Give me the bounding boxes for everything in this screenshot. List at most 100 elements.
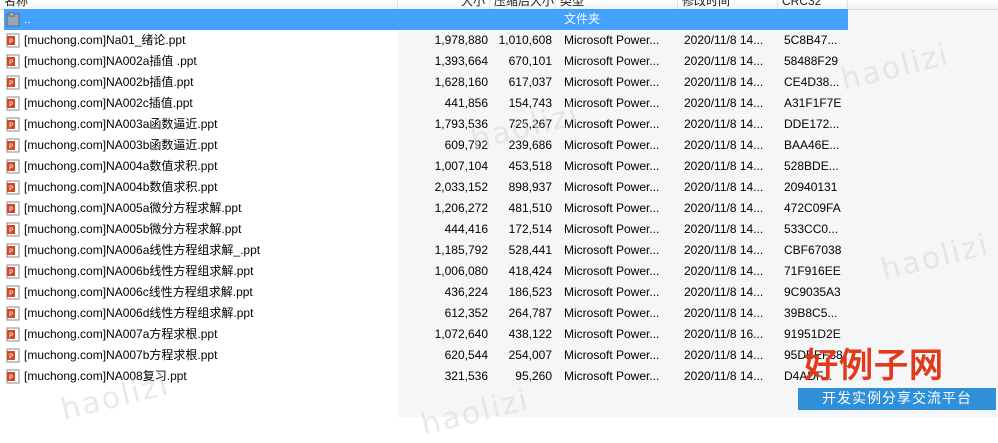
file-name: [muchong.com]NA005b微分方程求解.ppt [24,222,242,236]
file-modified: 2020/11/8 14... [684,222,764,236]
file-name: [muchong.com]NA002b插值.ppt [24,75,194,89]
file-packed-size: 453,518 [508,159,552,173]
file-row[interactable]: P [muchong.com]NA006c线性方程组求解.ppt 436,224 18… [0,282,998,303]
parent-folder-name: .. [24,12,31,26]
file-name: [muchong.com]NA002c插值.ppt [24,96,193,110]
svg-text:P: P [9,38,13,46]
file-row[interactable]: P [muchong.com]NA005a微分方程求解.ppt 1,206,272 4… [0,198,998,219]
file-modified: 2020/11/8 14... [684,96,764,110]
file-size: 620,544 [444,348,488,362]
file-row[interactable]: P [muchong.com]Na01_绪论.ppt 1,978,880 1,010,… [0,30,998,51]
file-size: 441,856 [444,96,488,110]
file-crc: 39B8C5... [784,306,838,320]
file-name: [muchong.com]NA006c线性方程组求解.ppt [24,285,253,299]
header-size[interactable]: 大小 [398,0,490,9]
file-packed-size: 528,441 [508,243,552,257]
ppt-file-icon: P [6,285,20,300]
file-type: Microsoft Power... [564,327,660,341]
ppt-file-icon: P [6,138,20,153]
file-name: [muchong.com]NA005a微分方程求解.ppt [24,201,242,215]
file-name: [muchong.com]NA006d线性方程组求解.ppt [24,306,254,320]
file-modified: 2020/11/8 14... [684,348,764,362]
parent-folder-row[interactable]: .. 文件夹 [0,9,998,30]
ppt-file-icon: P [6,180,20,195]
svg-text:P: P [9,353,13,361]
file-packed-size: 418,424 [508,264,552,278]
file-row[interactable]: P [muchong.com]NA006d线性方程组求解.ppt 612,352 26… [0,303,998,324]
file-name: [muchong.com]NA007a方程求根.ppt [24,327,218,341]
file-modified: 2020/11/8 14... [684,180,764,194]
file-size: 1,628,160 [434,75,488,89]
file-type: Microsoft Power... [564,159,660,173]
svg-text:P: P [9,227,13,235]
ppt-file-icon: P [6,96,20,111]
file-modified: 2020/11/8 14... [684,285,764,299]
file-packed-size: 670,101 [508,54,552,68]
header-name[interactable]: 名称 [0,0,398,9]
file-size: 1,978,880 [434,33,488,47]
file-crc: 533CC0... [784,222,839,236]
file-type: Microsoft Power... [564,348,660,362]
file-name: [muchong.com]NA006b线性方程组求解.ppt [24,264,254,278]
file-type: Microsoft Power... [564,33,660,47]
ppt-file-icon: P [6,54,20,69]
svg-text:P: P [9,290,13,298]
file-crc: CE4D38... [784,75,840,89]
ppt-file-icon: P [6,327,20,342]
file-type: Microsoft Power... [564,180,660,194]
file-size: 1,393,664 [434,54,488,68]
file-crc: DDE172... [784,117,840,131]
file-crc: CBF67038 [784,243,842,257]
svg-text:P: P [9,206,13,214]
header-crc[interactable]: CRC32 [778,0,848,9]
header-type[interactable]: 类型 [556,0,678,9]
file-name: [muchong.com]NA007b方程求根.ppt [24,348,218,362]
svg-text:P: P [9,185,13,193]
file-name: [muchong.com]NA006a线性方程组求解_.ppt [24,243,261,257]
file-packed-size: 172,514 [508,222,552,236]
file-modified: 2020/11/8 14... [684,33,764,47]
logo-title: 好例子网 [804,346,944,386]
ppt-file-icon: P [6,264,20,279]
header-packed-size[interactable]: 压缩后大小 [490,0,556,9]
file-size: 321,536 [444,369,488,383]
folder-up-icon [6,12,20,27]
svg-text:P: P [9,374,13,382]
file-type: Microsoft Power... [564,243,660,257]
site-logo: 好例子网 开发实例分享交流平台 [784,338,998,417]
file-row[interactable]: P [muchong.com]NA004a数值求积.ppt 1,007,104 453… [0,156,998,177]
header-modified[interactable]: 修改时间 [678,0,778,9]
file-type: Microsoft Power... [564,285,660,299]
file-size: 612,352 [444,306,488,320]
ppt-file-icon: P [6,348,20,363]
file-name: [muchong.com]NA008复习.ppt [24,369,187,383]
file-row[interactable]: P [muchong.com]NA004b数值求积.ppt 2,033,152 898… [0,177,998,198]
file-modified: 2020/11/8 14... [684,138,764,152]
svg-text:P: P [9,311,13,319]
file-modified: 2020/11/8 14... [684,369,764,383]
file-modified: 2020/11/8 14... [684,243,764,257]
ppt-file-icon: P [6,117,20,132]
svg-text:P: P [9,101,13,109]
file-row[interactable]: P [muchong.com]NA006a线性方程组求解_.ppt 1,185,79… [0,240,998,261]
svg-text:P: P [9,248,13,256]
file-type: Microsoft Power... [564,54,660,68]
file-crc: 9C9035A3 [784,285,841,299]
svg-text:P: P [9,122,13,130]
file-size: 1,007,104 [434,159,488,173]
file-row[interactable]: P [muchong.com]NA005b微分方程求解.ppt 444,416 172… [0,219,998,240]
file-crc: 20940131 [784,180,838,194]
file-packed-size: 254,007 [508,348,552,362]
parent-folder-type: 文件夹 [564,12,601,26]
file-crc: 472C09FA [784,201,841,215]
file-modified: 2020/11/8 14... [684,306,764,320]
file-packed-size: 438,122 [508,327,552,341]
file-row[interactable]: P [muchong.com]NA006b线性方程组求解.ppt 1,006,080… [0,261,998,282]
file-crc: A31F1F7E [784,96,842,110]
file-size: 1,206,272 [434,201,488,215]
file-modified: 2020/11/8 14... [684,54,764,68]
svg-text:P: P [9,143,13,151]
file-crc: 5C8B47... [784,33,838,47]
file-name: [muchong.com]Na01_绪论.ppt [24,33,186,47]
ppt-file-icon: P [6,33,20,48]
